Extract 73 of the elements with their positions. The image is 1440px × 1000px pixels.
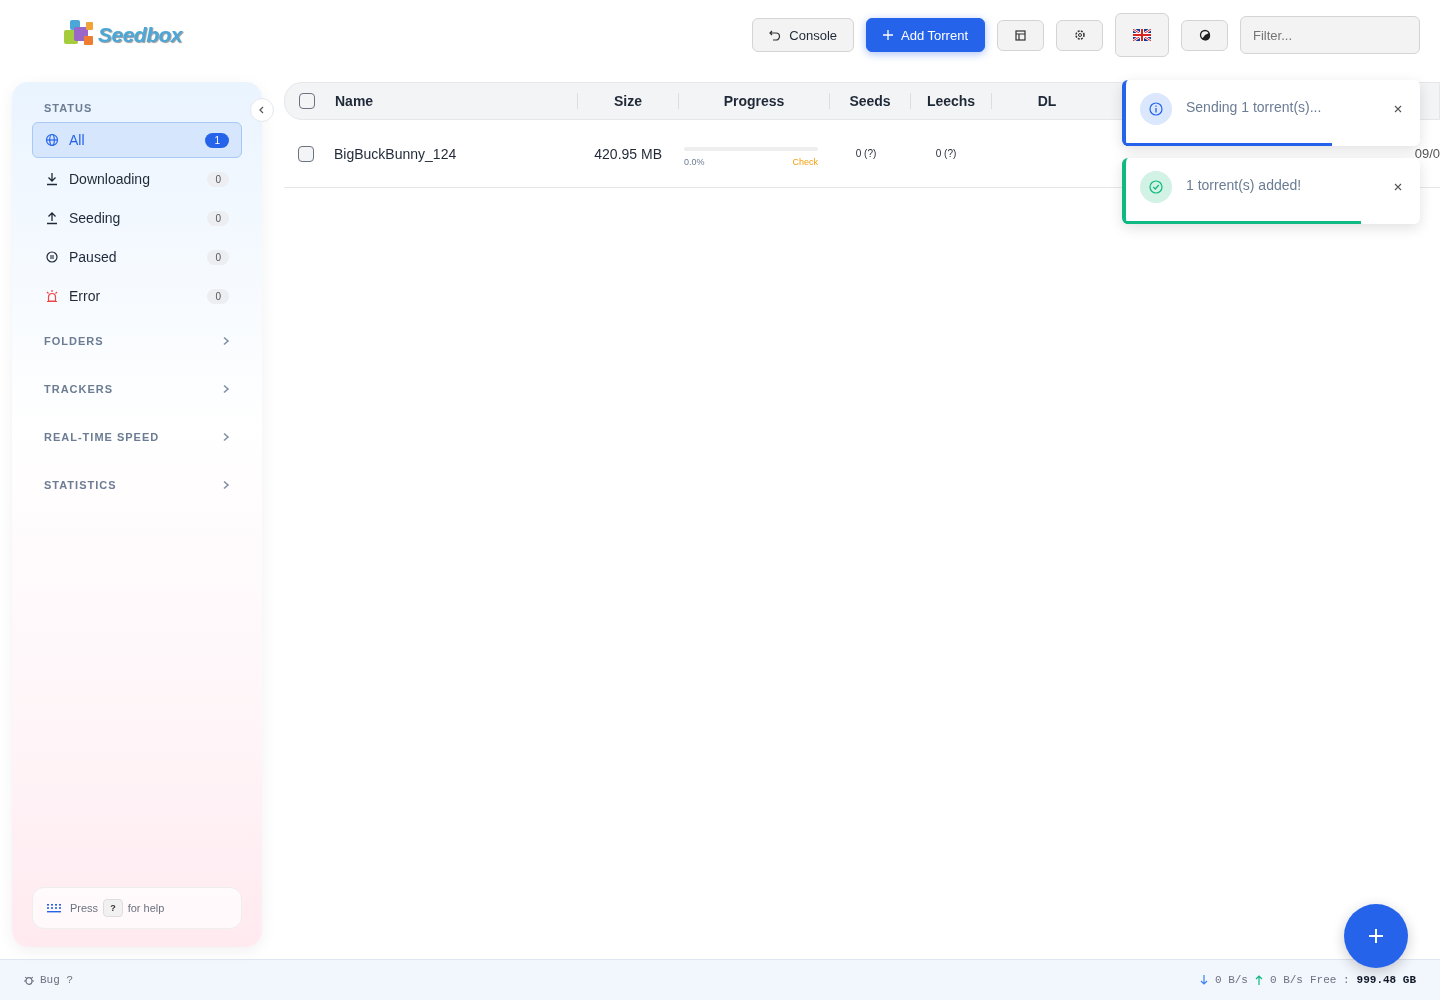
column-header[interactable]: Progress	[678, 93, 829, 109]
language-button[interactable]	[1115, 13, 1169, 57]
column-header[interactable]: Seeds	[829, 93, 910, 109]
keyboard-icon	[47, 903, 61, 913]
upload-speed: 0 B/s	[1269, 974, 1303, 986]
count-badge: 0	[207, 210, 229, 226]
theme-button[interactable]	[1181, 19, 1228, 51]
seedbox-logo: Seedbox	[62, 18, 183, 52]
layout-icon	[1015, 29, 1026, 41]
seeds-cell-text: 0 (?)	[854, 148, 878, 159]
plus-icon	[883, 30, 894, 40]
arrow-up-icon	[1254, 975, 1263, 985]
section-toggle[interactable]: FOLDERS	[32, 317, 242, 365]
bug-icon	[24, 975, 34, 985]
flag-icon	[1133, 29, 1151, 41]
close-icon	[1394, 105, 1402, 113]
alarm-icon	[45, 289, 59, 303]
help-text: Press	[70, 902, 99, 914]
leechs-cell-text: 0 (?)	[934, 148, 958, 159]
status-filter-item[interactable]: Downloading 0	[32, 161, 242, 197]
count-badge: 0	[207, 249, 229, 265]
chevron-left-icon	[258, 106, 266, 114]
status-filter-item[interactable]: Seeding 0	[32, 200, 242, 236]
torrent-state: Check	[792, 156, 818, 167]
key-cap: ?	[103, 899, 123, 917]
count-badge: 0	[207, 288, 229, 304]
column-header[interactable]: Leechs	[910, 93, 991, 109]
undo-arrow-icon	[769, 29, 782, 41]
check-circle-icon	[1149, 180, 1163, 194]
status-filter-item[interactable]: All 1	[32, 122, 242, 158]
bug-report-link[interactable]: Bug ?	[24, 974, 73, 986]
add-torrent-button[interactable]: Add Torrent	[866, 18, 985, 52]
download-icon	[45, 172, 59, 186]
progress-percent: 0.0%	[684, 156, 705, 167]
status-filter-item[interactable]: Error 0	[32, 278, 242, 314]
toast-message: Sending 1 torrent(s)...	[1186, 99, 1323, 115]
globe-icon	[45, 133, 59, 147]
section-toggle[interactable]: STATISTICS	[32, 461, 242, 509]
column-header[interactable]: Name	[335, 93, 577, 109]
chevron-icon	[222, 480, 230, 490]
free-space-label: Free :	[1309, 974, 1350, 986]
section-toggle[interactable]: TRACKERS	[32, 365, 242, 413]
select-all-checkbox[interactable]	[299, 93, 315, 109]
chevron-icon	[222, 432, 230, 442]
layout-button[interactable]	[997, 19, 1044, 51]
section-toggle[interactable]: REAL-TIME SPEED	[32, 413, 242, 461]
info-icon	[1149, 102, 1163, 116]
torrent-name: BigBuckBunny_124	[334, 145, 458, 162]
free-space-value: 999.48 GB	[1356, 974, 1416, 986]
half-circle-icon	[1198, 29, 1211, 41]
date-cell: 09/0	[1414, 146, 1440, 161]
help-text: for help	[127, 902, 165, 914]
pause-icon	[45, 250, 59, 264]
add-button[interactable]	[1344, 904, 1408, 968]
plus-icon	[1368, 928, 1384, 944]
count-badge: 0	[207, 171, 229, 187]
upload-icon	[45, 211, 59, 225]
arrow-down-icon	[1199, 975, 1208, 985]
console-button[interactable]: Console	[752, 18, 855, 52]
close-icon	[1394, 183, 1402, 191]
status-heading: STATUS	[43, 102, 94, 114]
chevron-icon	[222, 336, 230, 346]
count-badge: 1	[205, 132, 229, 148]
chevron-icon	[222, 384, 230, 394]
filter-field[interactable]: Filter...	[1240, 16, 1420, 54]
column-header[interactable]: Size	[577, 93, 678, 109]
settings-button[interactable]	[1056, 19, 1103, 51]
download-speed: 0 B/s	[1214, 974, 1248, 986]
status-filter-item[interactable]: Paused 0	[32, 239, 242, 275]
settings-icon	[1073, 29, 1086, 41]
column-header[interactable]: DL	[991, 93, 1102, 109]
size-cell-text: 420.95 MB	[593, 145, 663, 162]
row-checkbox[interactable]	[298, 145, 314, 162]
